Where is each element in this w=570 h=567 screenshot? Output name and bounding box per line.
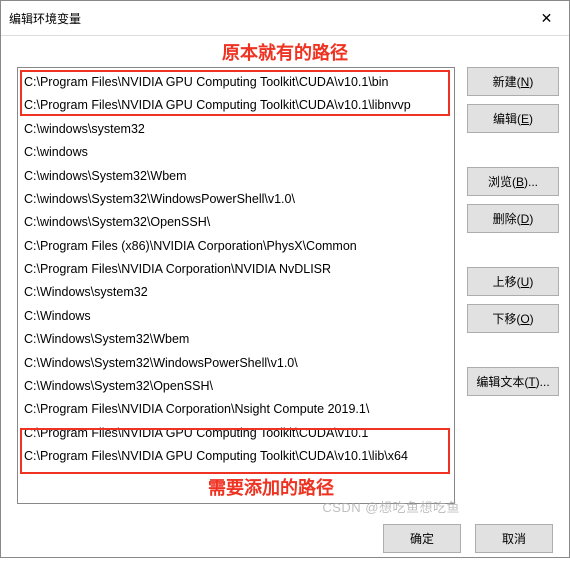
close-icon: ✕ xyxy=(541,10,553,27)
side-button-panel: 新建(N) 编辑(E) 浏览(B)... 删除(D) 上移(U) 下移(O) 编… xyxy=(467,67,559,504)
list-item[interactable]: C:\Program Files\NVIDIA GPU Computing To… xyxy=(22,422,450,445)
browse-button-label: 浏览(B)... xyxy=(488,175,538,189)
list-item[interactable]: C:\Program Files\NVIDIA GPU Computing To… xyxy=(22,94,450,117)
list-item[interactable]: C:\Program Files\NVIDIA Corporation\NVID… xyxy=(22,258,450,281)
edit-button-label: 编辑(E) xyxy=(493,112,533,126)
movedown-button[interactable]: 下移(O) xyxy=(467,304,559,333)
delete-button[interactable]: 删除(D) xyxy=(467,204,559,233)
cancel-button[interactable]: 取消 xyxy=(475,524,553,553)
list-item[interactable]: C:\Windows xyxy=(22,305,450,328)
annotation-original-paths: 原本就有的路径 xyxy=(1,39,569,65)
moveup-button[interactable]: 上移(U) xyxy=(467,267,559,296)
window-title: 编辑环境变量 xyxy=(9,10,81,27)
edittext-button-label: 编辑文本(T)... xyxy=(476,375,549,389)
titlebar: 编辑环境变量 ✕ xyxy=(1,1,569,36)
edittext-button[interactable]: 编辑文本(T)... xyxy=(467,367,559,396)
list-item[interactable]: C:\Program Files\NVIDIA GPU Computing To… xyxy=(22,71,450,94)
list-item[interactable]: C:\Windows\System32\OpenSSH\ xyxy=(22,375,450,398)
list-item[interactable]: C:\windows\system32 xyxy=(22,118,450,141)
list-item[interactable]: C:\Windows\system32 xyxy=(22,281,450,304)
list-item[interactable]: C:\Program Files\NVIDIA GPU Computing To… xyxy=(22,445,450,468)
list-item[interactable]: C:\windows\System32\Wbem xyxy=(22,165,450,188)
list-item[interactable]: C:\windows\System32\OpenSSH\ xyxy=(22,211,450,234)
delete-button-label: 删除(D) xyxy=(493,212,534,226)
list-item[interactable]: C:\windows xyxy=(22,141,450,164)
edit-button[interactable]: 编辑(E) xyxy=(467,104,559,133)
list-item[interactable]: C:\Windows\System32\WindowsPowerShell\v1… xyxy=(22,352,450,375)
ok-button[interactable]: 确定 xyxy=(383,524,461,553)
content-area: C:\Program Files\NVIDIA GPU Computing To… xyxy=(1,67,569,512)
moveup-button-label: 上移(U) xyxy=(493,275,534,289)
list-item[interactable]: C:\Windows\System32\Wbem xyxy=(22,328,450,351)
browse-button[interactable]: 浏览(B)... xyxy=(467,167,559,196)
list-item[interactable]: C:\Program Files (x86)\NVIDIA Corporatio… xyxy=(22,235,450,258)
close-button[interactable]: ✕ xyxy=(524,5,569,31)
movedown-button-label: 下移(O) xyxy=(492,312,533,326)
dialog-footer: 确定 取消 xyxy=(1,512,569,567)
new-button[interactable]: 新建(N) xyxy=(467,67,559,96)
list-item[interactable]: C:\Program Files\NVIDIA Corporation\Nsig… xyxy=(22,398,450,421)
new-button-label: 新建(N) xyxy=(493,75,534,89)
dialog-window: 编辑环境变量 ✕ 原本就有的路径 C:\Program Files\NVIDIA… xyxy=(0,0,570,558)
path-listbox[interactable]: C:\Program Files\NVIDIA GPU Computing To… xyxy=(17,67,455,504)
annotation-added-paths: 需要添加的路径 xyxy=(92,474,450,500)
list-item[interactable]: C:\windows\System32\WindowsPowerShell\v1… xyxy=(22,188,450,211)
